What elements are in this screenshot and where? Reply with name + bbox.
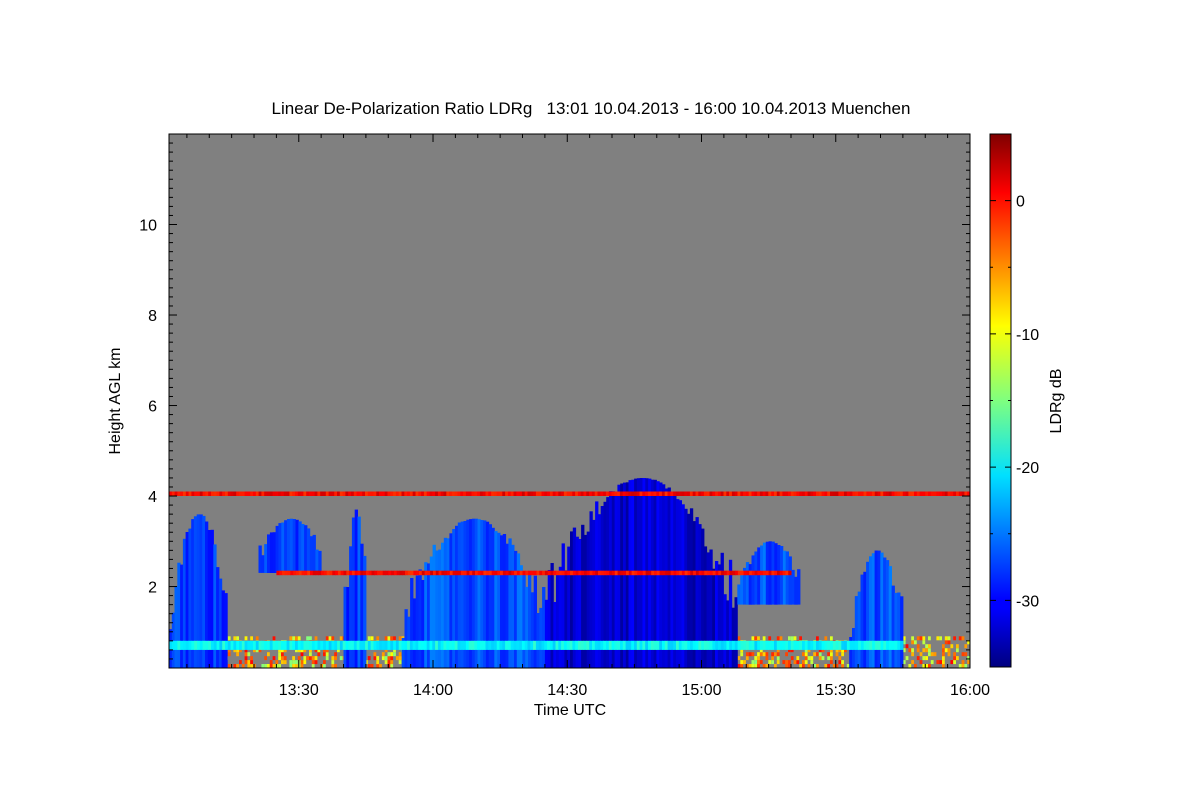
feature-melting-layer	[169, 640, 904, 650]
x-tick-label: 14:00	[413, 682, 453, 699]
colorbar-tick-label: -10	[1016, 327, 1039, 344]
y-axis-label: Height AGL km	[107, 347, 124, 454]
x-tick-label: 13:30	[279, 682, 319, 699]
colorbar-tick-label: 0	[1016, 194, 1025, 211]
feature-noise-line-2-3-km	[276, 570, 792, 576]
x-axis-label: Time UTC	[534, 702, 606, 719]
feature-noise-line-4-km	[169, 491, 971, 496]
colorbar-tick-label: -20	[1016, 460, 1039, 477]
y-tick-label: 8	[148, 308, 157, 325]
x-tick-label: 15:30	[816, 682, 856, 699]
y-tick-label: 4	[148, 489, 157, 506]
x-tick-label: 16:00	[950, 682, 990, 699]
y-tick-label: 6	[148, 399, 157, 416]
colorbar: 0 -10 -20 -30 LDRg dB	[989, 133, 1065, 668]
colorbar-gradient	[989, 133, 1012, 668]
y-tick-label: 2	[148, 580, 157, 597]
x-tick-label: 14:30	[547, 682, 587, 699]
ldr-chart: Linear De-Polarization Ratio LDRg 13:01 …	[107, 99, 1065, 719]
x-tick-label: 15:00	[681, 682, 721, 699]
colorbar-label: LDRg dB	[1048, 369, 1065, 434]
colorbar-tick-label: -30	[1016, 593, 1039, 610]
chart-title: Linear De-Polarization Ratio LDRg 13:01 …	[272, 99, 911, 118]
y-tick-label: 10	[139, 218, 157, 235]
plot-area	[168, 133, 971, 669]
